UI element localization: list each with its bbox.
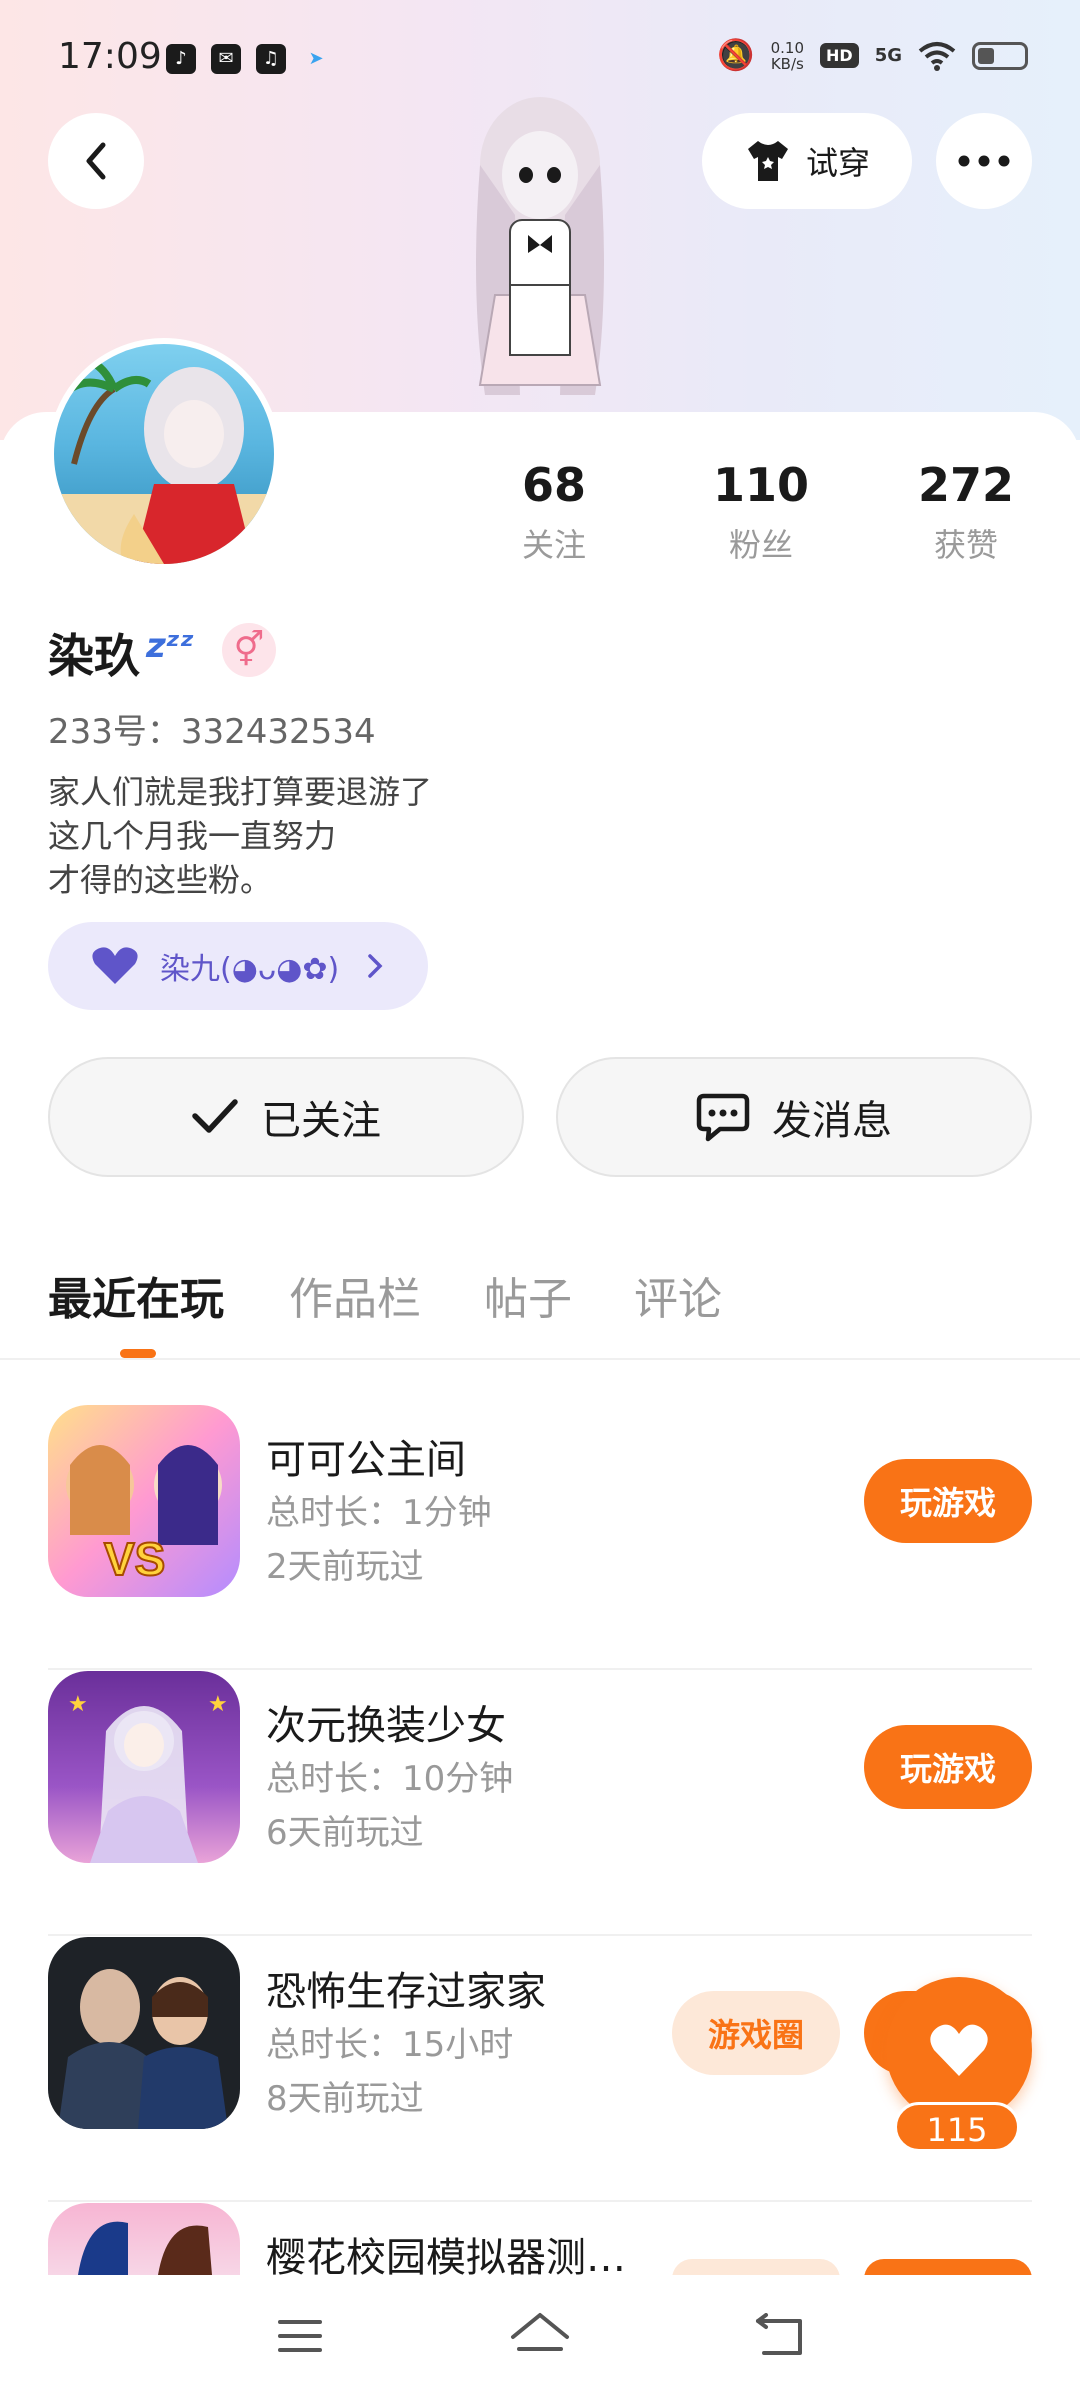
stat-following[interactable]: 68 关注 — [464, 458, 644, 566]
gender-icon: ⚥ — [222, 623, 276, 677]
status-indicators: 🔕 0.10 KB/s HD 5G — [717, 38, 1028, 73]
share-icon: ➤ — [308, 48, 324, 69]
game-icon — [48, 2203, 240, 2275]
net-speed-value: 0.10 — [770, 38, 805, 57]
game-last-played: 6天前玩过 — [266, 1813, 424, 1853]
back-nav-icon[interactable] — [740, 2301, 820, 2371]
svg-text:★: ★ — [68, 1692, 88, 1717]
followed-label: 已关注 — [261, 1098, 381, 1144]
list-item[interactable]: VS 可可公主间 总时长：1分钟 2天前玩过 玩游戏 — [48, 1405, 1032, 1670]
stat-likes-value: 272 — [917, 458, 1015, 512]
heart-guild-icon — [92, 947, 138, 984]
play-game-button[interactable]: 玩游戏 — [864, 1725, 1032, 1809]
status-time: 17:09 — [58, 36, 162, 77]
tryon-button[interactable]: 试穿 — [702, 113, 912, 209]
tab-recent-play[interactable]: 最近在玩 — [48, 1263, 224, 1327]
net-speed: 0.10 KB/s — [771, 40, 804, 72]
bio: 家人们就是我打算要退游了 这几个月我一直努力 才得的这些粉。 — [48, 773, 433, 899]
stat-likes-label: 获赞 — [933, 526, 998, 564]
followed-button[interactable]: 已关注 — [48, 1057, 524, 1177]
svg-text:★: ★ — [208, 1692, 228, 1717]
avatar[interactable] — [48, 338, 280, 570]
mute-icon: 🔕 — [717, 38, 755, 73]
back-button[interactable] — [48, 113, 144, 209]
signal-5g: 5G — [874, 45, 902, 66]
system-nav-bar — [0, 2275, 1080, 2400]
guild-chip[interactable]: 染九(◕ᴗ◕✿) — [48, 922, 428, 1010]
stat-following-label: 关注 — [521, 526, 586, 564]
game-duration: 总时长：15小时 — [266, 2025, 514, 2065]
home-icon[interactable] — [500, 2301, 580, 2371]
game-title: 次元换装少女 — [266, 1703, 506, 1749]
stat-followers-value: 110 — [712, 458, 810, 512]
game-last-played: 8天前玩过 — [266, 2079, 424, 2119]
game-icon: VS — [48, 1405, 240, 1597]
more-dots-icon — [958, 155, 1010, 167]
douyin-icon: ♪ — [166, 44, 196, 74]
svg-text:VS: VS — [104, 1533, 165, 1585]
stat-followers-label: 粉丝 — [728, 526, 793, 564]
menu-icon[interactable] — [260, 2301, 340, 2371]
hd-badge: HD — [820, 43, 859, 68]
game-title: 可可公主间 — [266, 1437, 466, 1483]
tab-posts[interactable]: 帖子 — [484, 1263, 572, 1327]
guild-label: 染九(◕ᴗ◕✿) — [160, 952, 340, 987]
game-duration: 总时长：10分钟 — [266, 1759, 514, 1799]
tab-works[interactable]: 作品栏 — [289, 1263, 421, 1327]
heart-icon — [930, 2024, 988, 2076]
tab-indicator — [120, 1349, 156, 1358]
stat-followers[interactable]: 110 粉丝 — [671, 458, 851, 566]
check-icon — [192, 1099, 238, 1133]
play-game-button[interactable]: 玩游戏 — [864, 1459, 1032, 1543]
message-label: 发消息 — [772, 1098, 892, 1144]
game-circle-button[interactable]: 游戏圈 — [672, 1991, 840, 2075]
stat-following-value: 68 — [521, 458, 586, 512]
mail-icon: ✉ — [211, 44, 241, 74]
tryon-label: 试穿 — [805, 144, 870, 182]
game-last-played: 2天前玩过 — [266, 1547, 424, 1587]
user-id: 233号：332432534 — [48, 712, 376, 752]
profile-tabs: 最近在玩 作品栏 帖子 评论 — [0, 1255, 1080, 1360]
stat-likes[interactable]: 272 获赞 — [876, 458, 1056, 566]
username: 染玖 — [48, 629, 140, 683]
list-item[interactable]: ★ ★ 次元换装少女 总时长：10分钟 6天前玩过 玩游戏 — [48, 1671, 1032, 1936]
message-button[interactable]: 发消息 — [556, 1057, 1032, 1177]
chat-bubble-icon — [696, 1093, 750, 1142]
status-bar: 17:09 ♪ ✉ ♫ ➤ 🔕 0.10 KB/s HD 5G — [0, 0, 1080, 120]
back-arrow-icon — [86, 142, 106, 180]
like-count-badge: 115 — [894, 2102, 1020, 2152]
sleep-status-icon: zᶻᶻ — [146, 626, 195, 666]
tshirt-icon — [747, 141, 788, 181]
tab-comments[interactable]: 评论 — [634, 1263, 722, 1327]
battery-icon — [972, 41, 1028, 70]
game-duration: 总时长：1分钟 — [266, 1493, 492, 1533]
list-item[interactable]: 恐怖生存过家家 总时长：15小时 8天前玩过 游戏圈 — [48, 1937, 1032, 2202]
game-icon: ★ ★ — [48, 1671, 240, 1863]
music-icon: ♫ — [256, 44, 286, 74]
net-speed-unit: KB/s — [770, 54, 804, 73]
chevron-right-icon — [368, 954, 383, 978]
game-icon — [48, 1937, 240, 2129]
character-figure — [440, 95, 640, 415]
game-title: 恐怖生存过家家 — [266, 1969, 546, 2015]
wifi-icon — [918, 41, 956, 71]
more-button[interactable] — [936, 113, 1032, 209]
